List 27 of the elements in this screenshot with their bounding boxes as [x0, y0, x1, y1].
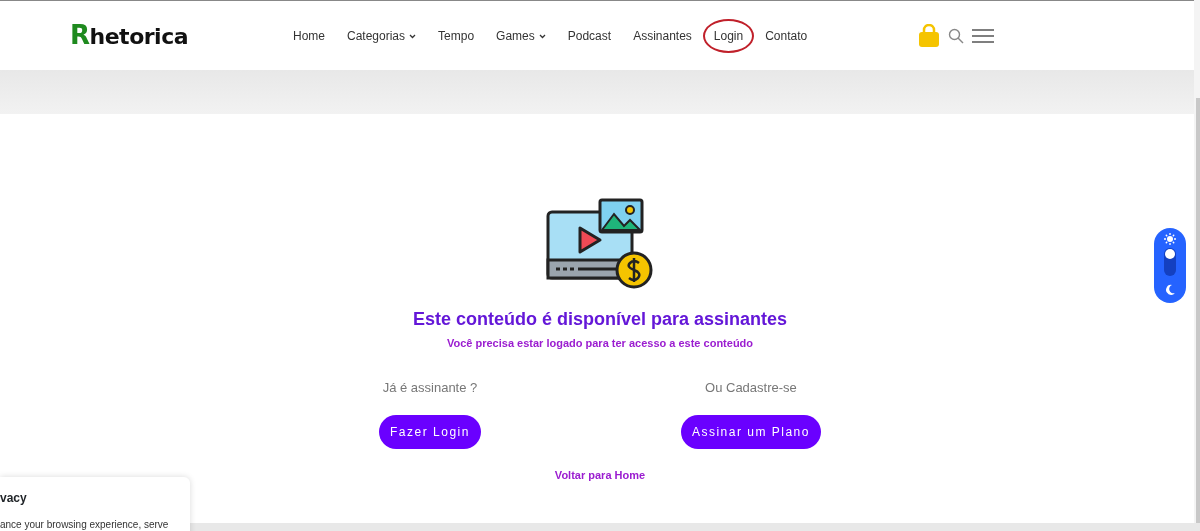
nav-link[interactable]: Home: [282, 18, 336, 53]
notice-title: Este conteúdo é disponível para assinantes: [412, 308, 788, 331]
site-logo[interactable]: Rhetorica: [70, 16, 189, 55]
menu-icon[interactable]: [972, 28, 995, 43]
privacy-text: ance your browsing experience, serve: [0, 518, 170, 531]
theme-toggle[interactable]: [1154, 228, 1186, 303]
nav-link[interactable]: Assinantes: [622, 18, 703, 53]
nav-link[interactable]: Contato: [754, 18, 819, 53]
nav-link[interactable]: Login: [702, 18, 755, 53]
scrollbar-thumb[interactable]: [1196, 98, 1200, 523]
action-button[interactable]: Assinar um Plano: [680, 415, 821, 449]
moon-icon: [1164, 284, 1176, 296]
home-link[interactable]: Voltar para Home: [554, 467, 646, 484]
search-icon[interactable]: [948, 27, 965, 44]
privacy-title: vacy: [0, 491, 28, 506]
sun-icon: [1164, 233, 1176, 245]
nav-link[interactable]: Games: [485, 18, 557, 53]
option-prompt: Ou Cadastre-se: [705, 378, 797, 397]
caret-icon: [409, 33, 417, 39]
nav-link[interactable]: Categorias: [336, 18, 428, 53]
caret-icon: [538, 33, 546, 39]
notice-subtitle: Você precisa estar logado para ter acesso a este conteúdo: [446, 336, 754, 351]
option-prompt: Já é assinante ?: [382, 378, 478, 397]
toggle-thumb[interactable]: [1165, 249, 1175, 259]
action-button[interactable]: Fazer Login: [379, 415, 481, 449]
nav-link[interactable]: Tempo: [427, 18, 486, 53]
nav-link[interactable]: Podcast: [556, 18, 623, 53]
